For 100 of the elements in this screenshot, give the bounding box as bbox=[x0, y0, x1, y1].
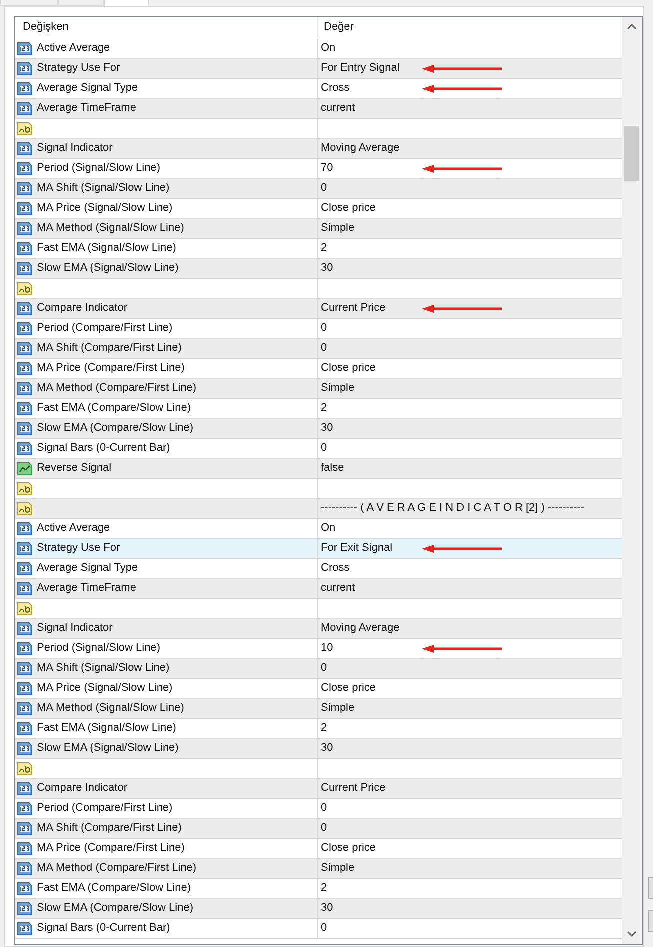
table-row[interactable]: MA Method (Signal/Slow Line) Simple bbox=[15, 699, 622, 719]
parameter-value: Simple bbox=[321, 381, 355, 396]
parameter-value: 0 bbox=[321, 921, 328, 936]
parameter-value: Close price bbox=[321, 681, 376, 696]
table-row[interactable]: Fast EMA (Compare/Slow Line) 2 bbox=[15, 879, 622, 899]
table-row[interactable]: Period (Compare/First Line) 0 bbox=[15, 799, 622, 819]
parameter-name: Average Signal Type bbox=[37, 81, 138, 96]
table-row[interactable]: Fast EMA (Signal/Slow Line) 2 bbox=[15, 239, 622, 259]
parameter-name: MA Price (Compare/First Line) bbox=[37, 361, 185, 376]
parameter-name: Average TimeFrame bbox=[37, 581, 136, 596]
parameter-value: 2 bbox=[321, 401, 328, 416]
number-type-icon bbox=[17, 522, 33, 536]
table-row[interactable]: MA Shift (Signal/Slow Line) 0 bbox=[15, 659, 622, 679]
number-type-icon bbox=[17, 142, 33, 156]
parameter-value: Close price bbox=[321, 841, 376, 856]
table-row[interactable]: Active Average On bbox=[15, 39, 622, 59]
table-row[interactable]: Period (Signal/Slow Line) 70 bbox=[15, 159, 622, 179]
table-row[interactable] bbox=[15, 479, 622, 499]
number-type-icon bbox=[17, 382, 33, 396]
number-type-icon bbox=[17, 842, 33, 856]
table-row[interactable]: Compare Indicator Current Price bbox=[15, 299, 622, 319]
table-row[interactable]: MA Price (Signal/Slow Line) Close price bbox=[15, 679, 622, 699]
parameter-name: Strategy Use For bbox=[37, 541, 120, 556]
parameter-value: 30 bbox=[321, 901, 334, 916]
number-type-icon bbox=[17, 302, 33, 316]
table-row[interactable]: Compare Indicator Current Price bbox=[15, 779, 622, 799]
parameter-value: For Exit Signal bbox=[321, 541, 393, 556]
parameter-value: 0 bbox=[321, 801, 328, 816]
parameter-name: Slow EMA (Signal/Slow Line) bbox=[37, 741, 179, 756]
number-type-icon bbox=[17, 442, 33, 456]
parameter-value: current bbox=[321, 581, 356, 596]
table-row[interactable]: MA Price (Compare/First Line) Close price bbox=[15, 359, 622, 379]
table-row[interactable]: Signal Bars (0-Current Bar) 0 bbox=[15, 439, 622, 459]
table-row[interactable]: Fast EMA (Compare/Slow Line) 2 bbox=[15, 399, 622, 419]
parameter-name: MA Method (Signal/Slow Line) bbox=[37, 701, 184, 716]
column-header[interactable]: Değer bbox=[318, 17, 622, 38]
table-row[interactable]: Slow EMA (Signal/Slow Line) 30 bbox=[15, 739, 622, 759]
table-row[interactable]: Slow EMA (Signal/Slow Line) 30 bbox=[15, 259, 622, 279]
parameter-value: current bbox=[321, 101, 356, 116]
table-row[interactable]: MA Method (Signal/Slow Line) Simple bbox=[15, 219, 622, 239]
table-row[interactable] bbox=[15, 599, 622, 619]
text-type-icon bbox=[17, 122, 33, 136]
scroll-up-icon[interactable] bbox=[627, 24, 637, 30]
parameter-name: Fast EMA (Signal/Slow Line) bbox=[37, 721, 176, 736]
table-row[interactable]: Average Signal Type Cross bbox=[15, 559, 622, 579]
parameter-value: 0 bbox=[321, 321, 328, 336]
number-type-icon bbox=[17, 322, 33, 336]
parameter-value: Simple bbox=[321, 221, 355, 236]
parameter-name: MA Shift (Signal/Slow Line) bbox=[37, 181, 170, 196]
table-row[interactable]: Strategy Use For For Exit Signal bbox=[15, 539, 622, 559]
table-row[interactable]: Active Average On bbox=[15, 519, 622, 539]
parameter-name: Period (Signal/Slow Line) bbox=[37, 161, 161, 176]
table-row[interactable]: Slow EMA (Compare/Slow Line) 30 bbox=[15, 899, 622, 919]
number-type-icon bbox=[17, 642, 33, 656]
number-type-icon bbox=[17, 42, 33, 56]
table-row[interactable]: MA Shift (Signal/Slow Line) 0 bbox=[15, 179, 622, 199]
table-row[interactable]: Average TimeFrame current bbox=[15, 99, 622, 119]
table-row[interactable]: MA Method (Compare/First Line) Simple bbox=[15, 379, 622, 399]
column-header[interactable]: Değişken bbox=[15, 17, 318, 38]
scroll-down-icon[interactable] bbox=[627, 931, 637, 937]
table-row[interactable]: Average Signal Type Cross bbox=[15, 79, 622, 99]
table-row[interactable]: MA Price (Signal/Slow Line) Close price bbox=[15, 199, 622, 219]
parameter-value: 30 bbox=[321, 261, 334, 276]
table-row[interactable]: Fast EMA (Signal/Slow Line) 2 bbox=[15, 719, 622, 739]
table-row[interactable]: Reverse Signal false bbox=[15, 459, 622, 479]
parameter-value: ---------- ( A V E R A G E I N D I C A T O R [2] ) ---------- bbox=[321, 501, 585, 516]
chart-line-icon bbox=[17, 462, 33, 476]
number-type-icon bbox=[17, 622, 33, 636]
table-row[interactable]: MA Shift (Compare/First Line) 0 bbox=[15, 819, 622, 839]
text-type-icon bbox=[17, 762, 33, 776]
parameter-value: 2 bbox=[321, 241, 328, 256]
table-row[interactable]: MA Shift (Compare/First Line) 0 bbox=[15, 339, 622, 359]
table-row[interactable]: Period (Compare/First Line) 0 bbox=[15, 319, 622, 339]
parameter-value: 0 bbox=[321, 821, 328, 836]
table-row[interactable]: Signal Indicator Moving Average bbox=[15, 139, 622, 159]
scroll-thumb[interactable] bbox=[624, 126, 639, 181]
table-row[interactable]: Period (Signal/Slow Line) 10 bbox=[15, 639, 622, 659]
table-row[interactable]: ---------- ( A V E R A G E I N D I C A T O R [2] ) ---------- bbox=[15, 499, 622, 519]
parameter-value: 2 bbox=[321, 881, 328, 896]
parameter-name: MA Price (Signal/Slow Line) bbox=[37, 201, 173, 216]
table-row[interactable]: Average TimeFrame current bbox=[15, 579, 622, 599]
table-row[interactable]: Signal Bars (0-Current Bar) 0 bbox=[15, 919, 622, 939]
parameter-value: 30 bbox=[321, 421, 334, 436]
parameter-value: Simple bbox=[321, 701, 355, 716]
number-type-icon bbox=[17, 402, 33, 416]
table-row[interactable] bbox=[15, 759, 622, 779]
parameter-name: MA Shift (Compare/First Line) bbox=[37, 821, 182, 836]
table-row[interactable]: Strategy Use For For Entry Signal bbox=[15, 59, 622, 79]
table-row[interactable]: Slow EMA (Compare/Slow Line) 30 bbox=[15, 419, 622, 439]
table-row[interactable] bbox=[15, 119, 622, 139]
parameter-name: Signal Bars (0-Current Bar) bbox=[37, 441, 170, 456]
parameter-value: For Entry Signal bbox=[321, 61, 400, 76]
parameter-name: Average Signal Type bbox=[37, 561, 138, 576]
table-row[interactable] bbox=[15, 279, 622, 299]
number-type-icon bbox=[17, 722, 33, 736]
table-row[interactable]: Signal Indicator Moving Average bbox=[15, 619, 622, 639]
table-row[interactable]: MA Price (Compare/First Line) Close price bbox=[15, 839, 622, 859]
number-type-icon bbox=[17, 862, 33, 876]
number-type-icon bbox=[17, 802, 33, 816]
table-row[interactable]: MA Method (Compare/First Line) Simple bbox=[15, 859, 622, 879]
